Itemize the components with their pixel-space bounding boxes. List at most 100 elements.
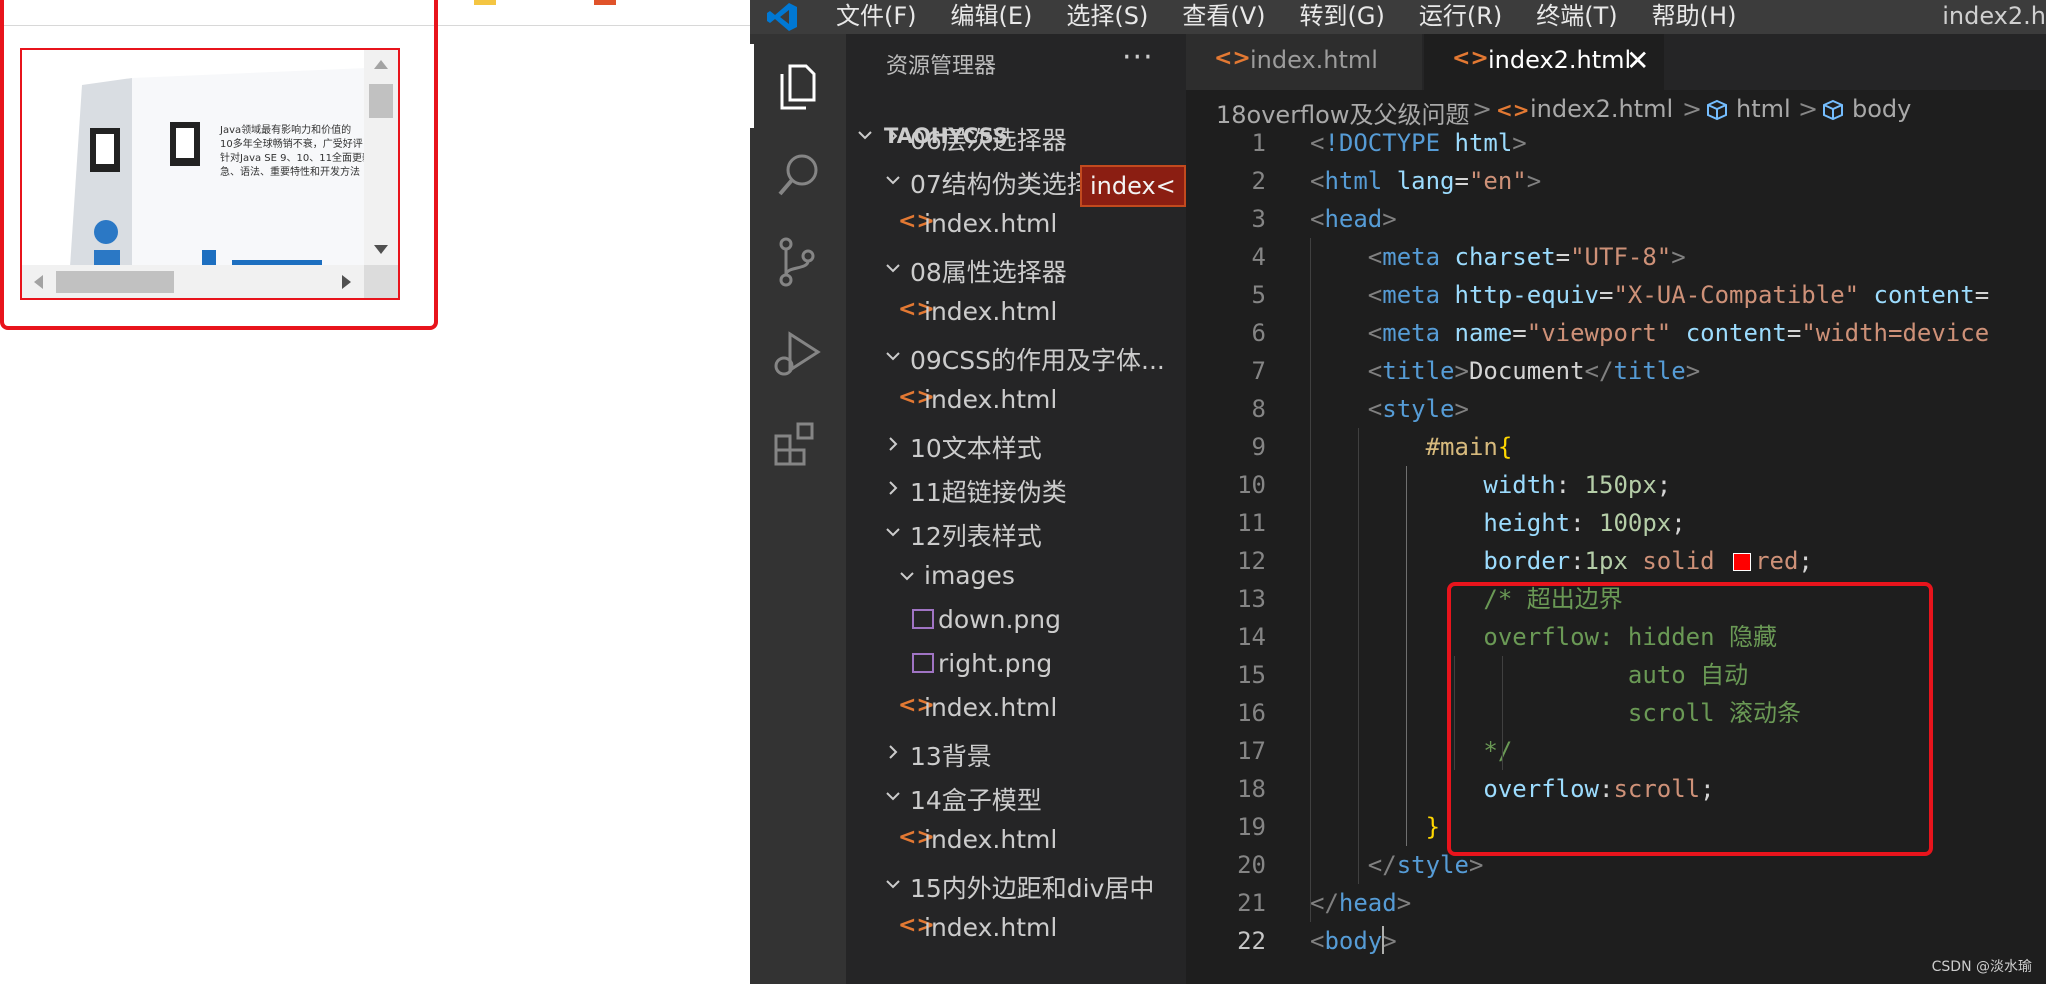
- run-debug-icon[interactable]: [768, 324, 828, 384]
- code-token: head: [1324, 205, 1383, 233]
- tree-folder[interactable]: 12列表样式: [846, 511, 1186, 555]
- menu-item[interactable]: 转到(G): [1300, 0, 1385, 34]
- title-bar: 文件(F) 编辑(E) 选择(S) 查看(V) 转到(G) 运行(R) 终端(T) 帮助(H)…: [750, 0, 2046, 34]
- line-number: 22: [1237, 927, 1266, 955]
- code-token: width: [1483, 471, 1556, 499]
- html-file-icon: <>: [1452, 46, 1489, 71]
- overflow-demo-div[interactable]: Java领域最有影响力和价值的 10多年全球畅销不衰，广受好评 针对Java S…: [20, 48, 400, 300]
- code-line[interactable]: 4 <meta charset="UTF-8">: [1186, 238, 2046, 276]
- tree-folder[interactable]: 09CSS的作用及字体...: [846, 335, 1186, 379]
- horizontal-scrollbar[interactable]: [22, 265, 367, 298]
- code-token: :: [1570, 547, 1585, 575]
- scroll-right-arrow-icon[interactable]: [342, 275, 351, 289]
- menu-item[interactable]: 运行(R): [1419, 0, 1502, 34]
- scroll-down-arrow-icon[interactable]: [374, 245, 388, 254]
- code-token: <: [1310, 927, 1325, 955]
- menu-item[interactable]: 终端(T): [1536, 0, 1617, 34]
- code-line[interactable]: 5 <meta http-equiv="X-UA-Compatible" con…: [1186, 276, 2046, 314]
- tree-folder[interactable]: 13背景: [846, 731, 1186, 775]
- code-text: <!DOCTYPE html>: [1310, 124, 1527, 162]
- tree-file[interactable]: <> index.html: [846, 687, 1186, 731]
- code-editor[interactable]: 1 <!DOCTYPE html> 2 <html lang="en"> 3 <head>…: [1186, 129, 2046, 984]
- menu-item[interactable]: 选择(S): [1066, 0, 1148, 34]
- breadcrumb-html[interactable]: html: [1736, 95, 1791, 123]
- tree-folder[interactable]: images: [846, 555, 1186, 599]
- code-line[interactable]: 9 #main{: [1186, 428, 2046, 466]
- line-number: 20: [1237, 851, 1266, 879]
- bookmark-icon[interactable]: [474, 0, 496, 5]
- close-icon[interactable]: ✕: [1626, 44, 1649, 77]
- tree-item-label: index.html: [924, 913, 1058, 942]
- tree-file[interactable]: <> index.html: [846, 203, 1186, 247]
- code-line[interactable]: 3 <head>: [1186, 200, 2046, 238]
- code-token: "X-UA-Compatible": [1613, 281, 1860, 309]
- tree-item-label: 09CSS的作用及字体...: [910, 346, 1165, 375]
- tree-folder[interactable]: 10文本样式: [846, 423, 1186, 467]
- tree-file[interactable]: <> index.html: [846, 291, 1186, 335]
- tree-folder[interactable]: 06层次选择器: [846, 115, 1186, 159]
- tab-index2-html[interactable]: <> index2.html ✕: [1424, 34, 1664, 90]
- code-token: lang: [1396, 167, 1455, 195]
- color-swatch-icon: [1733, 553, 1752, 571]
- code-token: >: [1382, 927, 1397, 955]
- code-line[interactable]: 11 height: 100px;: [1186, 504, 2046, 542]
- menu-item[interactable]: 帮助(H): [1652, 0, 1737, 34]
- code-text: </head>: [1310, 884, 1411, 922]
- search-icon[interactable]: [768, 146, 828, 206]
- bookmark-icon[interactable]: [594, 0, 616, 5]
- code-token: </: [1310, 889, 1339, 917]
- menu-item[interactable]: 文件(F): [836, 0, 917, 34]
- tree-folder[interactable]: 08属性选择器: [846, 247, 1186, 291]
- vertical-scrollbar[interactable]: [364, 50, 398, 267]
- tree-file[interactable]: right.png: [846, 643, 1186, 687]
- breadcrumb-file[interactable]: index2.html: [1530, 95, 1673, 123]
- tree-item-label: index.html: [924, 209, 1058, 238]
- tree-file[interactable]: <> index.html: [846, 819, 1186, 863]
- breadcrumb-body[interactable]: body: [1852, 95, 1911, 123]
- code-line[interactable]: 1 <!DOCTYPE html>: [1186, 124, 2046, 162]
- code-token: "en": [1468, 167, 1527, 195]
- code-token: title: [1613, 357, 1686, 385]
- code-token: </: [1584, 357, 1614, 385]
- horizontal-scroll-thumb[interactable]: [56, 271, 174, 293]
- line-number: 2: [1251, 167, 1266, 195]
- tab-index-html[interactable]: <> index.html: [1186, 34, 1422, 90]
- code-line[interactable]: 12 border:1px solid red;: [1186, 542, 2046, 580]
- tree-file[interactable]: <> index.html: [846, 379, 1186, 423]
- code-line[interactable]: 7 <title>Document</title>: [1186, 352, 2046, 390]
- scroll-up-arrow-icon[interactable]: [374, 60, 388, 69]
- tree-folder[interactable]: 11超链接伪类: [846, 467, 1186, 511]
- code-line[interactable]: 2 <html lang="en">: [1186, 162, 2046, 200]
- extensions-icon[interactable]: [768, 414, 828, 474]
- chevron-down-icon: [900, 572, 914, 581]
- tree-file[interactable]: down.png: [846, 599, 1186, 643]
- scroll-left-arrow-icon[interactable]: [34, 275, 43, 289]
- code-line[interactable]: 21 </head>: [1186, 884, 2046, 922]
- more-actions-button[interactable]: ···: [1122, 40, 1154, 75]
- tree-folder[interactable]: 14盒子模型: [846, 775, 1186, 819]
- files-icon[interactable]: [768, 56, 828, 116]
- code-text: height: 100px;: [1310, 504, 1685, 542]
- code-token: =: [1512, 319, 1527, 347]
- menu-item[interactable]: 编辑(E): [951, 0, 1033, 34]
- code-line[interactable]: 6 <meta name="viewport" content="width=d…: [1186, 314, 2046, 352]
- source-control-icon[interactable]: [768, 232, 828, 292]
- vertical-scroll-thumb[interactable]: [369, 84, 393, 118]
- code-line[interactable]: 22 <body>: [1186, 922, 2046, 960]
- code-token: <: [1367, 319, 1383, 347]
- code-line[interactable]: 10 width: 150px;: [1186, 466, 2046, 504]
- tree-file[interactable]: <> index.html: [846, 907, 1186, 951]
- tree-folder[interactable]: 15内外边距和div居中: [846, 863, 1186, 907]
- code-text: <title>Document</title>: [1310, 352, 1700, 390]
- menu-item[interactable]: 查看(V): [1182, 0, 1265, 34]
- element-cube-icon: [1823, 99, 1843, 121]
- code-line[interactable]: 8 <style>: [1186, 390, 2046, 428]
- chevron-down-icon: [886, 176, 900, 185]
- code-token: <: [1367, 395, 1383, 423]
